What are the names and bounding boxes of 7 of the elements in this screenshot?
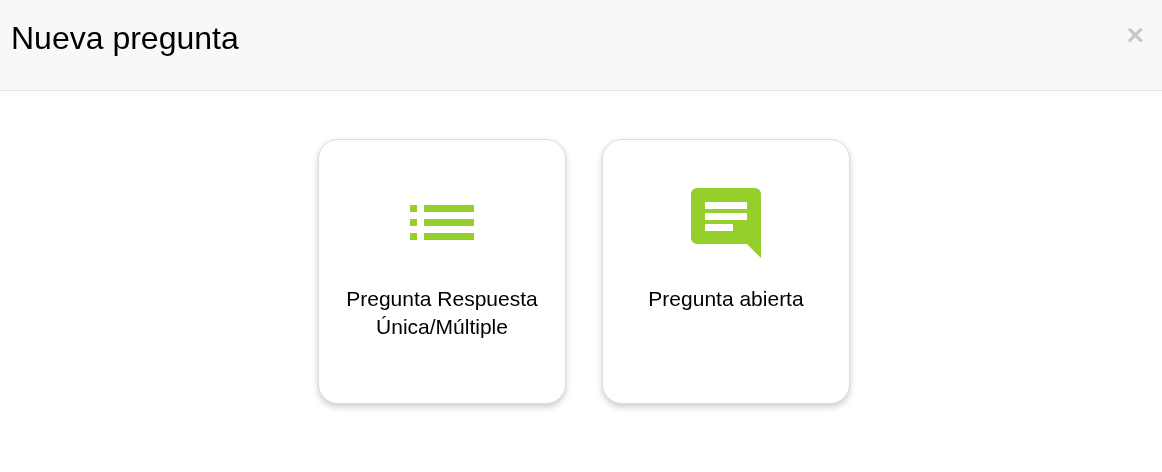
dialog-title: Nueva pregunta	[11, 19, 239, 58]
list-icon	[410, 205, 474, 241]
comment-icon	[691, 188, 761, 258]
question-type-card[interactable]: Pregunta abierta	[602, 139, 850, 404]
card-label: Pregunta abierta	[647, 286, 805, 312]
question-type-card[interactable]: Pregunta Respuesta Única/Múltiple	[318, 139, 566, 404]
card-label: Pregunta Respuesta Única/Múltiple	[345, 286, 539, 340]
